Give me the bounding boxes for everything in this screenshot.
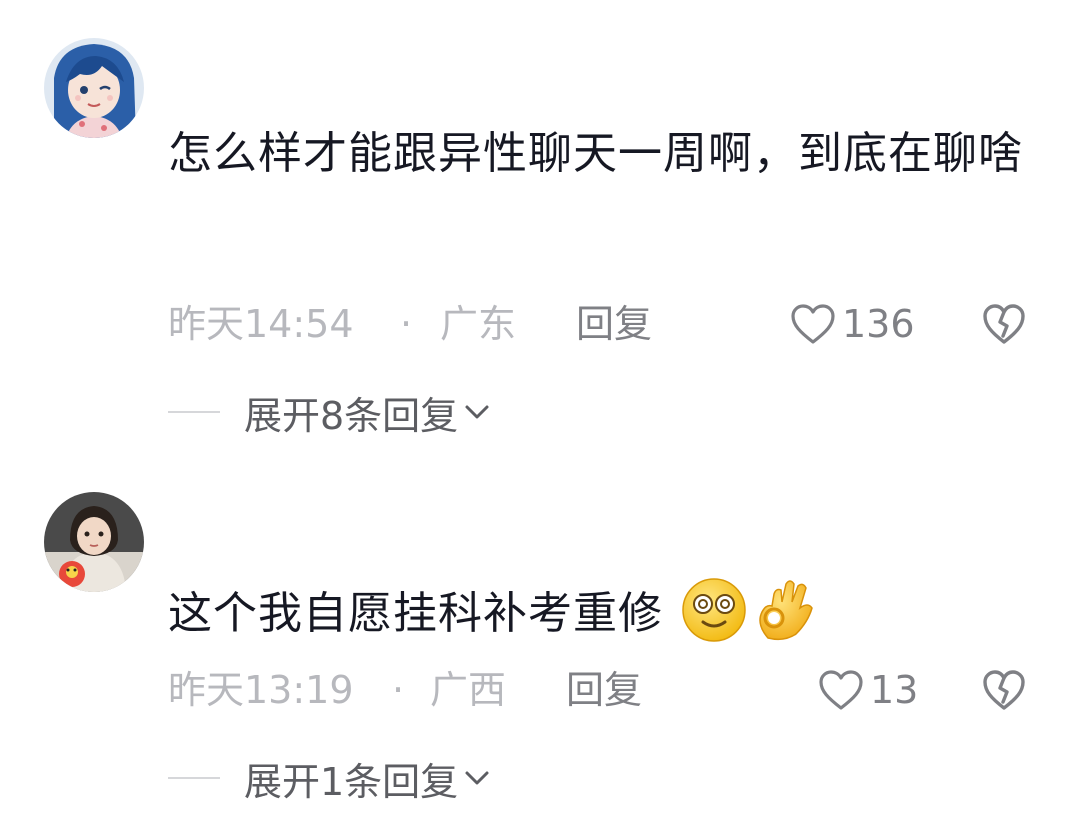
like-count: 136 [842,302,915,346]
expand-divider [168,777,220,779]
comment-time: 昨天14:54 [168,302,354,346]
comment-meta: 昨天13:19 · 广西 回复 13 [168,660,1038,720]
broken-heart-icon[interactable] [980,300,1028,348]
child-photo-avatar[interactable] [44,492,144,592]
expand-replies-button[interactable]: 展开1条回复 [168,748,490,808]
heart-icon [819,670,863,710]
comment-text: 这个我自愿挂科补考重修 [168,572,1028,652]
anime-girl-avatar[interactable] [44,38,144,138]
comment-time: 昨天13:19 [168,668,354,712]
expand-replies-label: 展开1条回复 [244,759,459,804]
comment-meta: 昨天14:54 · 广东 回复 136 [168,294,1038,354]
comment-location: 广东 [440,302,517,346]
broken-heart-icon[interactable] [980,666,1028,714]
like-button[interactable]: 136 [790,294,915,354]
reply-button[interactable]: 回复 [576,294,652,354]
chevron-down-icon [465,771,489,785]
meta-separator: · [400,302,413,346]
meta-separator: · [392,668,405,712]
comment-text: 怎么样才能跟异性聊天一周啊，到底在聊啥 [168,116,1028,192]
comment-location: 广西 [430,668,507,712]
comment-text-content: 怎么样才能跟异性聊天一周啊，到底在聊啥 [168,128,1023,179]
expand-divider [168,411,220,413]
comment-text-content: 这个我自愿挂科补考重修 [168,588,663,639]
ok-hand-emoji [759,580,813,641]
dizzy-face-emoji [682,578,746,642]
reply-button[interactable]: 回复 [566,660,642,720]
like-count: 13 [870,668,919,712]
heart-icon [791,304,835,344]
expand-replies-button[interactable]: 展开8条回复 [168,382,490,442]
chevron-down-icon [465,405,489,419]
like-button[interactable]: 13 [818,660,918,720]
expand-replies-label: 展开8条回复 [244,393,459,438]
